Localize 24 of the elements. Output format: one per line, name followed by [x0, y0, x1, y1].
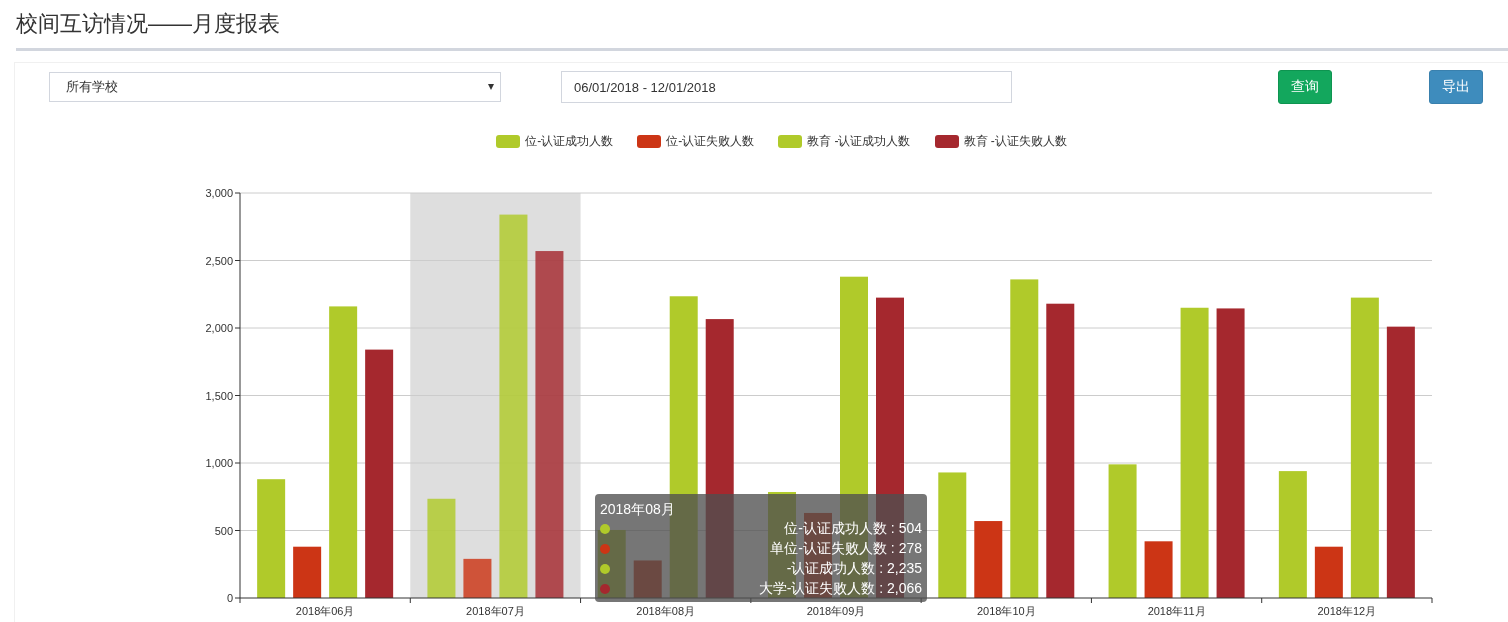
y-axis-label: 1,000	[205, 457, 233, 469]
x-axis-label: 2018年12月	[1317, 605, 1377, 617]
page-title: 校间互访情况——月度报表	[16, 10, 280, 38]
tooltip-value: 位-认证成功人数 : 504	[784, 520, 922, 538]
tooltip-value: 大学-认证失败人数 : 2,066	[758, 580, 922, 598]
tooltip-value: -认证成功人数 : 2,235	[786, 560, 922, 578]
x-axis-label: 2018年10月	[976, 605, 1036, 617]
y-axis-label: 1,500	[205, 389, 233, 402]
legend-label: 教育 -认证失败人数	[963, 132, 1067, 150]
x-axis-label: 2018年07月	[466, 605, 525, 617]
legend-label: 教育 -认证成功人数	[807, 132, 911, 150]
y-axis-label: 0	[226, 592, 233, 604]
y-axis-label: 2,500	[205, 254, 233, 267]
tooltip-value: 单位-认证失败人数 : 278	[770, 540, 922, 558]
x-axis-label: 2018年09月	[806, 605, 866, 617]
x-axis-label: 2018年11月	[1147, 605, 1206, 617]
legend-label: 位-认证失败人数	[666, 132, 755, 150]
x-axis-label: 2018年06月	[295, 605, 355, 617]
tooltip-title: 2018年08月	[600, 500, 676, 519]
y-axis-label: 2,000	[205, 322, 233, 334]
y-axis-label: 500	[214, 524, 233, 537]
y-axis-label: 3,000	[205, 187, 233, 199]
legend-label: 位-认证成功人数	[525, 132, 614, 150]
x-axis-label: 2018年08月	[636, 605, 696, 617]
